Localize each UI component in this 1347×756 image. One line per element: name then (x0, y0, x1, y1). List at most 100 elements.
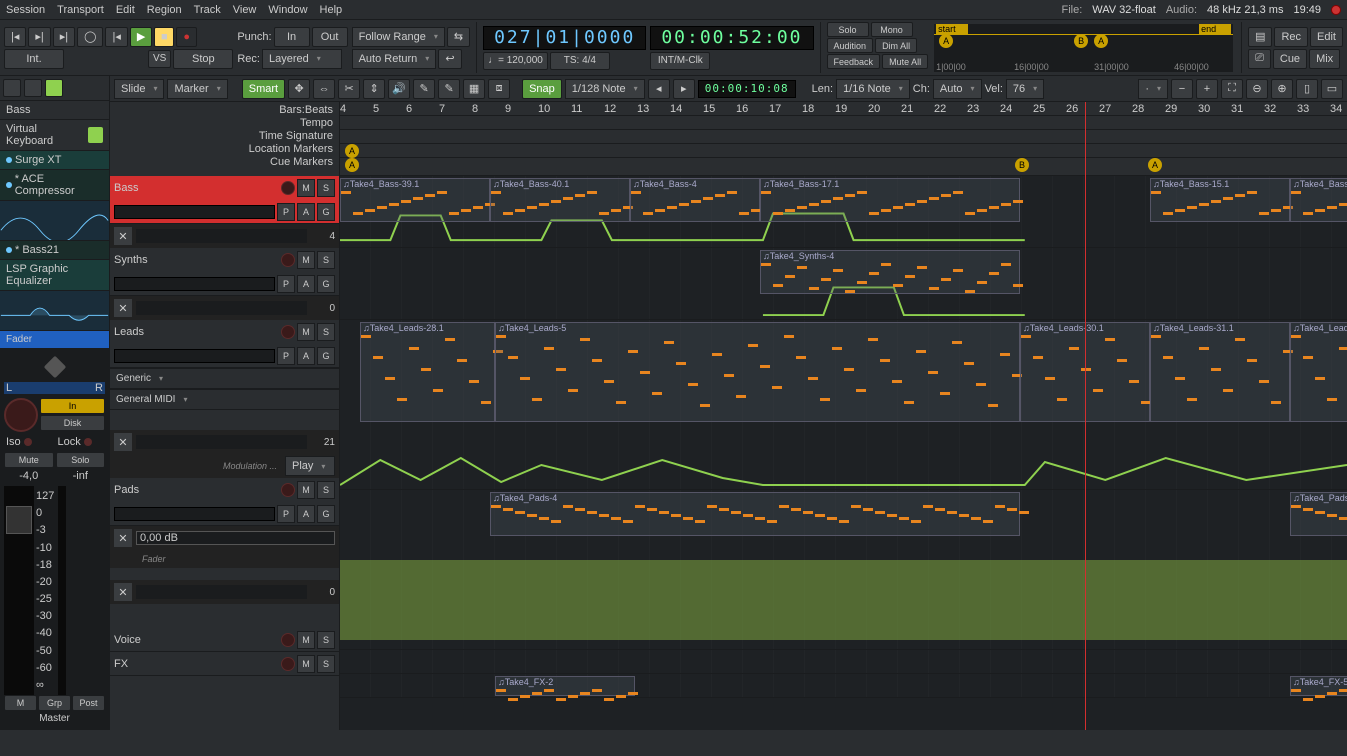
location-marker[interactable]: A (345, 144, 359, 158)
midi-note[interactable] (844, 368, 854, 371)
midi-note[interactable] (532, 398, 542, 401)
menu-window[interactable]: Window (268, 4, 307, 16)
midi-note[interactable] (875, 511, 885, 514)
midi-note[interactable] (881, 263, 891, 266)
midi-note[interactable] (869, 212, 879, 215)
midi-note[interactable] (1339, 517, 1347, 520)
stop-button[interactable]: ■ (154, 27, 174, 47)
record-button[interactable]: ● (176, 27, 197, 47)
midi-note[interactable] (503, 212, 513, 215)
midi-note[interactable] (959, 514, 969, 517)
auto-mode-dropdown[interactable]: Play (285, 456, 335, 476)
follow-edits-icon[interactable]: ⇆ (447, 27, 470, 47)
midi-note[interactable] (989, 206, 999, 209)
track-mute-button[interactable]: M (297, 631, 315, 649)
track-mute-button[interactable]: M (297, 179, 315, 197)
midi-note[interactable] (989, 272, 999, 275)
playlist-button[interactable]: P (277, 505, 295, 523)
snap-button[interactable]: Snap (522, 79, 562, 99)
auto-return-icon[interactable]: ↩ (438, 49, 461, 69)
timesig-display[interactable]: TS: 4/4 (550, 52, 610, 70)
midi-note[interactable] (389, 203, 399, 206)
midi-note[interactable] (1271, 209, 1281, 212)
close-icon[interactable]: ✕ (114, 299, 132, 317)
midi-note[interactable] (445, 338, 455, 341)
color-icon[interactable] (24, 79, 42, 97)
automation-lane-pads-fader[interactable]: ✕ (110, 526, 339, 550)
ruler-label[interactable]: Tempo (300, 117, 333, 129)
midi-note[interactable] (712, 353, 722, 356)
midi-note[interactable] (611, 209, 621, 212)
midi-note[interactable] (892, 380, 902, 383)
automation-lane-leads[interactable]: ✕21 (110, 430, 339, 454)
midi-note[interactable] (1223, 197, 1233, 200)
track-header-voice[interactable]: VoiceMS (110, 628, 339, 652)
midi-note[interactable] (809, 287, 819, 290)
close-icon[interactable]: ✕ (114, 227, 132, 245)
midi-note[interactable] (761, 263, 771, 266)
midi-note[interactable] (965, 290, 975, 293)
fader-slider[interactable] (4, 486, 34, 695)
track-gain-slider[interactable] (114, 349, 275, 363)
midi-note[interactable] (785, 209, 795, 212)
midi-note[interactable] (893, 206, 903, 209)
fader-label[interactable]: Fader (0, 331, 109, 348)
midi-note[interactable] (809, 203, 819, 206)
menu-session[interactable]: Session (6, 4, 45, 16)
timeline-canvas[interactable]: 4567891011121314151617181920212223242526… (340, 102, 1347, 730)
midi-note[interactable] (1259, 212, 1269, 215)
auto-slider[interactable] (136, 301, 307, 315)
midi-note[interactable] (580, 692, 590, 695)
midi-note[interactable] (784, 335, 794, 338)
track-lane-bass[interactable]: Take4_Bass-39.1Take4_Bass-40.1Take4_Bass… (340, 176, 1347, 248)
midi-note[interactable] (667, 206, 677, 209)
midi-note[interactable] (851, 505, 861, 508)
track-solo-button[interactable]: S (317, 323, 335, 341)
midi-note[interactable] (1069, 347, 1079, 350)
track-header-pads[interactable]: PadsMS PAG (110, 478, 339, 526)
cue-marker[interactable]: B (1015, 158, 1029, 172)
show-icon[interactable] (3, 79, 21, 97)
midi-note[interactable] (1315, 511, 1325, 514)
midi-region[interactable]: Take4_Pads (1290, 492, 1347, 536)
playlist-button[interactable]: P (277, 203, 295, 221)
midi-note[interactable] (568, 389, 578, 392)
midi-note[interactable] (568, 695, 578, 698)
note-length-dropdown[interactable]: 1/16 Note (836, 79, 910, 99)
plugin-bass21[interactable]: * Bass21 (0, 241, 109, 260)
menu-track[interactable]: Track (194, 4, 221, 16)
rec-enable-button[interactable] (4, 398, 38, 432)
midi-note[interactable] (515, 209, 525, 212)
master-output[interactable]: Master (4, 711, 105, 726)
plugin-surge[interactable]: Surge XT (0, 151, 109, 170)
midi-note[interactable] (377, 206, 387, 209)
edit-tool-icon[interactable]: ✎ (438, 79, 460, 99)
virtual-keyboard-row[interactable]: Virtual Keyboard (0, 120, 109, 151)
ruler-area[interactable]: 4567891011121314151617181920212223242526… (340, 102, 1347, 176)
midi-note[interactable] (1235, 194, 1245, 197)
midi-note[interactable] (715, 194, 725, 197)
range-tool-icon[interactable]: ⇔ (313, 79, 335, 99)
menu-edit[interactable]: Edit (116, 4, 135, 16)
marker-start[interactable]: start (936, 24, 968, 34)
prev-marker-button[interactable]: |◂ (105, 27, 127, 47)
track-mute-button[interactable]: M (297, 481, 315, 499)
varispeed-button[interactable]: VS (148, 50, 171, 68)
track-header-leads[interactable]: LeadsMS PAG (110, 320, 339, 368)
midi-note[interactable] (1247, 359, 1257, 362)
midi-note[interactable] (815, 514, 825, 517)
track-gain-slider[interactable] (114, 205, 275, 219)
track-rec-icon[interactable] (281, 181, 295, 195)
midi-note[interactable] (575, 194, 585, 197)
midi-region[interactable]: Take4_FX-2 (495, 676, 635, 696)
midi-note[interactable] (587, 511, 597, 514)
track-lane-pads[interactable]: Take4_Pads-4Take4_Pads (340, 490, 1347, 650)
midi-note[interactable] (655, 209, 665, 212)
track-gain-slider[interactable] (114, 507, 275, 521)
midi-note[interactable] (616, 401, 626, 404)
sync-display[interactable]: INT/M-Clk (650, 52, 710, 70)
midi-note[interactable] (1235, 338, 1245, 341)
midi-note[interactable] (1000, 353, 1010, 356)
midi-note[interactable] (664, 341, 674, 344)
midi-note[interactable] (1315, 209, 1325, 212)
